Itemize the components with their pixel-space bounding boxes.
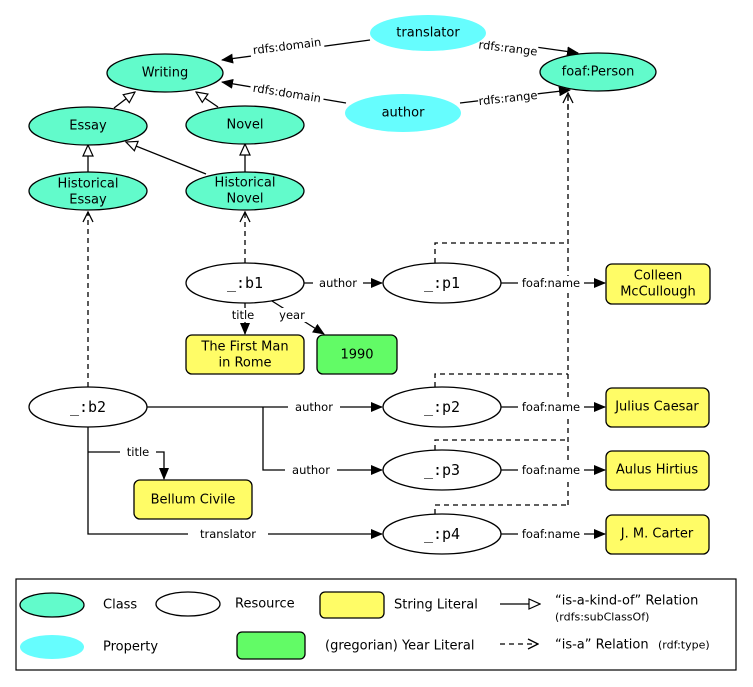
legend-type-note: (rdf:type): [658, 639, 710, 652]
label: author: [382, 106, 425, 121]
class-historical-novel[interactable]: Historical Novel: [185, 171, 305, 211]
literal-jm-carter[interactable]: J. M. Carter: [605, 514, 710, 555]
label-line2: Essay: [69, 193, 107, 208]
label: _:p3: [424, 461, 460, 479]
edge-label-title: title: [127, 445, 149, 459]
rdf-diagram: rdfs:domain rdfs:range rdfs:domain rdfs:…: [15, 15, 737, 671]
legend-type-label: “is-a” Relation: [555, 638, 649, 653]
legend-property-label: Property: [103, 640, 158, 655]
label: Julius Caesar: [614, 400, 699, 415]
literal-first-man-in-rome[interactable]: The First Man in Rome: [185, 334, 305, 375]
legend-year-label: (gregorian) Year Literal: [325, 639, 474, 654]
class-foaf-person[interactable]: foaf:Person: [539, 52, 657, 92]
label: _:p4: [424, 525, 460, 543]
label: Novel: [227, 118, 264, 133]
label: _:p2: [424, 398, 460, 416]
type-edges: [88, 84, 568, 514]
class-essay[interactable]: Essay: [28, 106, 148, 146]
label: J. M. Carter: [620, 527, 694, 542]
class-novel[interactable]: Novel: [185, 105, 305, 145]
legend-class-swatch: [19, 592, 85, 618]
label-line2: Novel: [227, 192, 264, 207]
class-historical-essay[interactable]: Historical Essay: [28, 171, 148, 211]
label: foaf:Person: [562, 65, 635, 80]
legend-resource-swatch: [155, 591, 221, 617]
resource-b2[interactable]: _:b2: [28, 386, 148, 428]
edge-label-author: author: [295, 400, 333, 414]
label: 1990: [340, 348, 373, 363]
edge-label-domain: rdfs:domain: [252, 81, 322, 106]
class-writing[interactable]: Writing: [106, 53, 224, 93]
edge-label-year: year: [279, 308, 305, 322]
literal-julius-caesar[interactable]: Julius Caesar: [605, 387, 710, 428]
label: translator: [396, 26, 460, 41]
literal-colleen-mccullough[interactable]: Colleen McCullough: [605, 263, 711, 305]
edge-label-author: author: [292, 463, 330, 477]
label-line2: McCullough: [620, 285, 696, 300]
resource-p4[interactable]: _:p4: [382, 513, 502, 555]
edge-label-foaf-name: foaf:name: [522, 527, 580, 541]
label-line2: in Rome: [218, 356, 271, 371]
property-translator[interactable]: translator: [370, 15, 486, 51]
literal-aulus-hirtius[interactable]: Aulus Hirtius: [605, 450, 710, 491]
resource-b1[interactable]: _:b1: [185, 262, 305, 304]
edge-label-author: author: [319, 276, 357, 290]
edge-label-range: rdfs:range: [478, 88, 538, 108]
legend-string-label: String Literal: [394, 598, 478, 613]
label-line1: The First Man: [200, 340, 288, 355]
resource-p3[interactable]: _:p3: [382, 449, 502, 491]
legend-subclass-label: “is-a-kind-of” Relation: [555, 594, 698, 609]
label: Bellum Civile: [151, 493, 236, 508]
edge-label-foaf-name: foaf:name: [522, 276, 580, 290]
legend-subclass-note: (rdfs:subClassOf): [555, 611, 649, 624]
property-author[interactable]: author: [345, 94, 461, 132]
literal-year-1990[interactable]: 1990: [316, 334, 398, 375]
edge-label-foaf-name: foaf:name: [522, 463, 580, 477]
edge-label-translator: translator: [200, 527, 256, 541]
legend-resource-label: Resource: [235, 597, 295, 612]
label-line1: Historical: [58, 177, 119, 192]
legend-class-label: Class: [103, 598, 137, 613]
label: Writing: [142, 66, 188, 81]
label-line1: Colleen: [634, 269, 683, 284]
label-line1: Historical: [215, 176, 276, 191]
label: _:b1: [227, 274, 263, 292]
legend-property-swatch: [20, 635, 84, 659]
edge-label-foaf-name: foaf:name: [522, 400, 580, 414]
literal-bellum-civile[interactable]: Bellum Civile: [133, 479, 253, 520]
label: _:p1: [424, 274, 460, 292]
label: Aulus Hirtius: [616, 463, 699, 478]
edge-label-title: title: [232, 308, 254, 322]
label: _:b2: [70, 398, 106, 416]
resource-p2[interactable]: _:p2: [382, 386, 502, 428]
label: Essay: [69, 119, 107, 134]
legend-string-swatch: [319, 591, 385, 619]
resource-p1[interactable]: _:p1: [382, 262, 502, 304]
legend-year-swatch: [236, 631, 306, 660]
legend: Class Resource String Literal “is-a-kind…: [15, 578, 737, 671]
